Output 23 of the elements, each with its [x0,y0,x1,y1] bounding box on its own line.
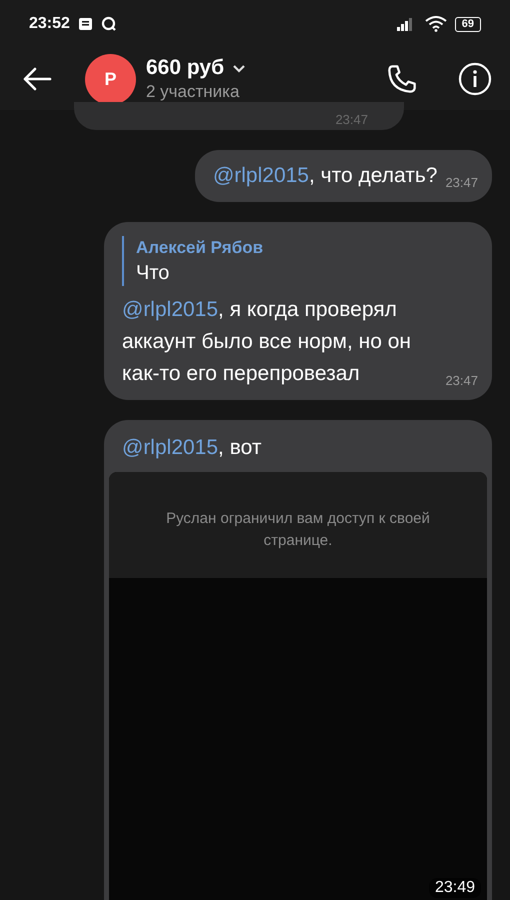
message-time: 23:49 [428,878,481,898]
message-text: @rlpl2015, я когда проверял аккаунт было все норм, но он как-то его перепровезал [122,297,412,387]
status-time: 23:52 [29,14,70,34]
back-arrow-icon[interactable] [22,67,52,91]
message-text: @rlpl2015, что делать? [212,163,438,189]
chat-title[interactable]: 660 руб [146,55,224,81]
reply-author: Алексей Рябов [136,237,264,259]
message-time: 23:47 [445,374,478,388]
wifi-icon [424,16,447,32]
chat-subtitle: 2 участника [146,81,240,103]
reply-quote[interactable]: Алексей Рябов Что [122,236,478,286]
message-text: @rlpl2015, вот [121,435,262,461]
message-time: 23:47 [445,176,478,190]
message-icon [78,17,93,31]
access-restricted-text: Руслан ограничил вам доступ к своей странице. [165,509,431,551]
chat-avatar[interactable]: Р [85,54,136,104]
phone-icon[interactable] [386,63,418,95]
search-icon [100,16,117,32]
chevron-down-icon[interactable] [232,64,246,72]
reply-text: Что [136,261,170,286]
info-icon[interactable] [458,62,492,96]
battery-indicator: 69 [454,16,481,32]
message-time: 23:47 [335,112,368,128]
